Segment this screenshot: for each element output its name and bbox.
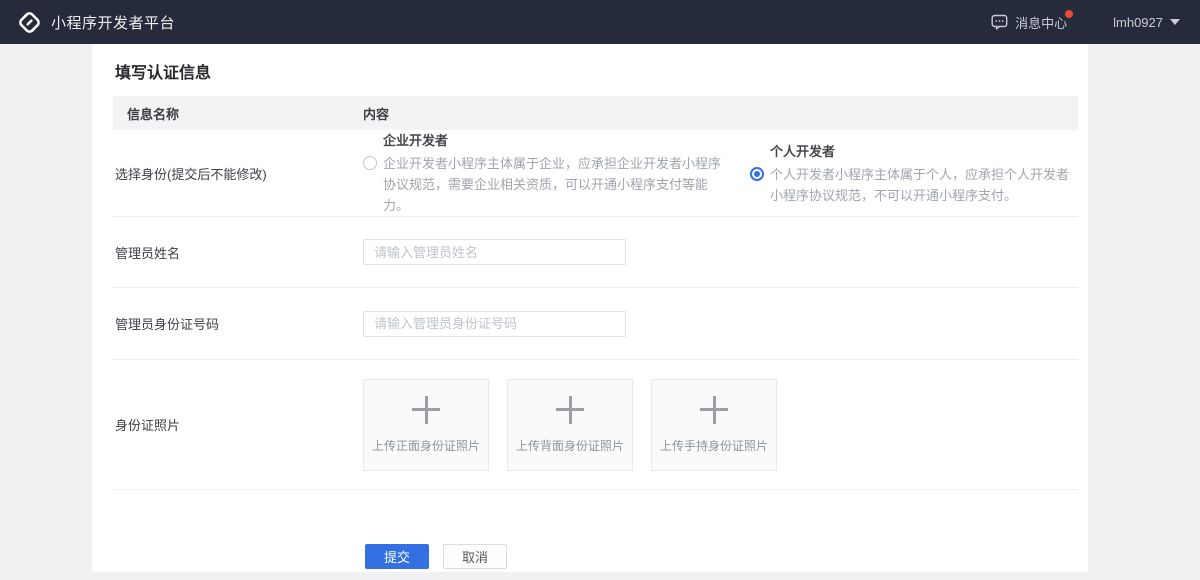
upload-id-back-button[interactable]: 上传背面身份证照片 xyxy=(507,379,633,471)
row-identity-select: 选择身份(提交后不能修改) 企业开发者 企业开发者小程序主体属于企业，应承担企业… xyxy=(113,130,1078,217)
submit-button[interactable]: 提交 xyxy=(365,544,429,569)
option-enterprise-developer: 企业开发者 企业开发者小程序主体属于企业，应承担企业开发者小程序协议规范，需要企… xyxy=(363,130,724,216)
column-header-content: 内容 xyxy=(363,104,1078,123)
identity-options: 企业开发者 企业开发者小程序主体属于企业，应承担企业开发者小程序协议规范，需要企… xyxy=(363,130,1078,216)
table-header-row: 信息名称 内容 xyxy=(113,96,1078,130)
plus-icon xyxy=(556,396,584,424)
personal-option-description: 个人开发者小程序主体属于个人，应承担个人开发者小程序协议规范，不可以开通小程序支… xyxy=(770,164,1077,206)
form-actions: 提交 取消 xyxy=(113,490,1078,569)
option-personal-developer: 个人开发者 个人开发者小程序主体属于个人，应承担个人开发者小程序协议规范，不可以… xyxy=(750,141,1077,206)
certification-form-table: 信息名称 内容 选择身份(提交后不能修改) 企业开发者 企业开发者小程序主体属于… xyxy=(113,96,1078,569)
id-photos-label: 身份证照片 xyxy=(113,415,363,434)
user-account-menu[interactable]: lmh0927 xyxy=(1113,15,1180,30)
upload-front-label: 上传正面身份证照片 xyxy=(372,437,480,454)
upload-id-front-button[interactable]: 上传正面身份证照片 xyxy=(363,379,489,471)
admin-name-input[interactable] xyxy=(363,239,626,265)
username: lmh0927 xyxy=(1113,15,1163,30)
plus-icon xyxy=(700,396,728,424)
top-navigation-bar: 小程序开发者平台 消息中心 lmh0927 xyxy=(0,0,1200,44)
upload-back-label: 上传背面身份证照片 xyxy=(516,437,624,454)
app-title: 小程序开发者平台 xyxy=(51,12,175,33)
notification-dot xyxy=(1065,10,1073,18)
enterprise-option-description: 企业开发者小程序主体属于企业，应承担企业开发者小程序协议规范，需要企业相关资质，… xyxy=(383,153,724,216)
row-admin-id-number: 管理员身份证号码 xyxy=(113,288,1078,360)
personal-option-title: 个人开发者 xyxy=(770,141,1077,160)
plus-icon xyxy=(412,396,440,424)
app-logo-icon xyxy=(18,11,41,34)
upload-id-handheld-button[interactable]: 上传手持身份证照片 xyxy=(651,379,777,471)
page-title: 填写认证信息 xyxy=(115,59,211,83)
admin-id-input[interactable] xyxy=(363,311,626,337)
cancel-button[interactable]: 取消 xyxy=(443,544,507,569)
message-bubble-icon xyxy=(991,14,1008,30)
admin-id-label: 管理员身份证号码 xyxy=(113,314,363,333)
message-center-label: 消息中心 xyxy=(1015,13,1067,32)
message-center-button[interactable]: 消息中心 xyxy=(991,13,1067,32)
identity-row-label: 选择身份(提交后不能修改) xyxy=(113,164,363,183)
enterprise-option-title: 企业开发者 xyxy=(383,130,724,149)
enterprise-radio-button[interactable] xyxy=(363,156,377,170)
upload-group: 上传正面身份证照片 上传背面身份证照片 上传手持身份证照片 xyxy=(363,379,795,471)
upload-handheld-label: 上传手持身份证照片 xyxy=(660,437,768,454)
admin-name-label: 管理员姓名 xyxy=(113,243,363,262)
personal-radio-button[interactable] xyxy=(750,167,764,181)
column-header-info-name: 信息名称 xyxy=(113,104,363,123)
content-panel: 填写认证信息 信息名称 内容 选择身份(提交后不能修改) 企业开发者 企业开发者… xyxy=(92,44,1088,572)
chevron-down-icon xyxy=(1170,19,1180,25)
row-id-photos: 身份证照片 上传正面身份证照片 上传背面身份证照片 上传手持身份证照片 xyxy=(113,360,1078,490)
row-admin-name: 管理员姓名 xyxy=(113,217,1078,288)
